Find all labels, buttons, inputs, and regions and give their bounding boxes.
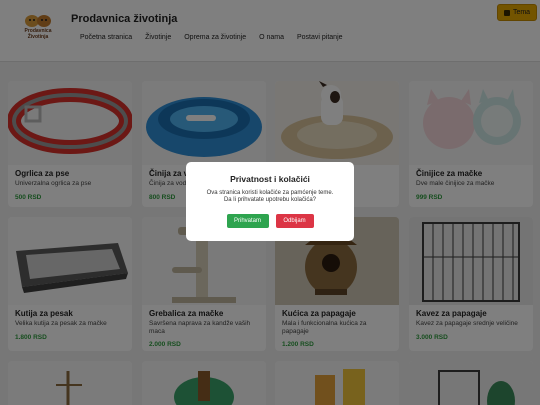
cookie-consent-dialog: Privatnost i kolačići Ova stranica koris… [186,162,354,241]
dialog-buttons: Prihvatam Odbijam [186,214,354,228]
dialog-title: Privatnost i kolačići [230,174,310,184]
accept-button[interactable]: Prihvatam [226,214,269,228]
reject-button[interactable]: Odbijam [275,214,314,228]
dialog-message: Ova stranica koristi kolačiće za pamćenj… [206,190,334,203]
